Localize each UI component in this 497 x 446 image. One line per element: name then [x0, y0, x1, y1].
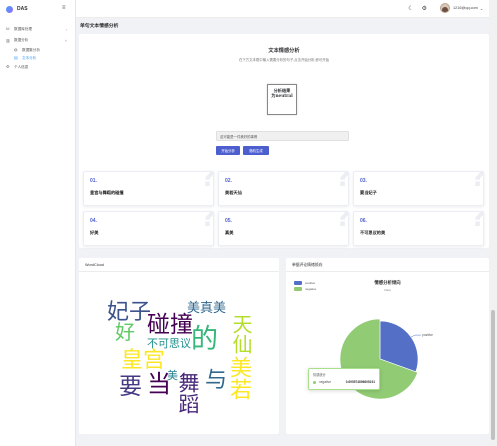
question-mark-icon: ? — [201, 212, 213, 233]
result-card[interactable]: ? 05. 真美 — [218, 211, 349, 246]
top-header: ≡ ☾ ⚙ 1216@qq.com ⌄ — [62, 0, 489, 18]
result-card-label: 要当妃子 — [360, 190, 377, 195]
result-card[interactable]: ? 01. 皇宫与舞蹈的碰撞 — [83, 171, 214, 206]
sidebar-item-text-analysis[interactable]: ▤ 文本分析 — [0, 54, 75, 62]
wordcloud-canvas: 妃子 美真美好碰撞 不可思议的天仙 美若 皇宫当美舞蹈与要 — [79, 272, 279, 434]
tooltip-row: negative 0.695574896605191 — [313, 380, 375, 384]
wordcloud-word: 要 — [119, 374, 142, 400]
result-card-number: 01. — [90, 178, 97, 184]
result-card[interactable]: ? 03. 要当妃子 — [353, 171, 484, 206]
question-mark-icon: ? — [471, 172, 483, 193]
question-mark-icon: ? — [336, 212, 348, 233]
result-line-2: 为neutral — [271, 93, 293, 98]
chart-icon: ▥ — [6, 37, 10, 43]
sidebar: DAS ⛁ 数据库处理 › ▥ 数据分析 ˄ ◍ 数据集分析 ▤ 文本分析 ⚙ … — [0, 0, 76, 446]
sentiment-pie-card: 单据评论情绪倾向 positive negative 情感分析倾向 Data p… — [286, 258, 489, 434]
sidebar-item-label: 文本分析 — [22, 55, 37, 60]
wordcloud-word: 舞蹈 — [176, 372, 200, 414]
avatar[interactable] — [440, 3, 451, 13]
result-card-label: 真美 — [225, 230, 234, 235]
theme-toggle-icon[interactable]: ☾ — [408, 5, 413, 12]
result-card-label: 美若天仙 — [225, 190, 242, 195]
sidebar-item-label: 数据库处理 — [14, 26, 32, 31]
user-menu[interactable]: 1216@qq.com ⌄ — [440, 3, 483, 13]
result-card[interactable]: ? 04. 好美 — [83, 211, 214, 246]
scrollbar-thumb[interactable] — [491, 310, 495, 440]
result-card-number: 05. — [225, 218, 232, 224]
dataset-icon: ◍ — [14, 47, 18, 52]
page-scrollbar[interactable] — [489, 0, 497, 446]
question-mark-icon: ? — [336, 172, 348, 193]
chevron-right-icon: › — [65, 26, 67, 32]
pie-slice-label: positive — [422, 333, 433, 337]
result-card[interactable]: ? 02. 美若天仙 — [218, 171, 349, 206]
pie-tooltip: 情感统计 negative 0.695574896605191 — [308, 368, 380, 390]
settings-icon[interactable]: ⚙ — [422, 5, 427, 12]
chevron-down-icon: ⌄ — [479, 6, 483, 11]
result-card-label: 不可思议的美 — [360, 230, 386, 235]
text-icon: ▤ — [14, 55, 18, 60]
analysis-title: 文本情感分析 — [268, 48, 300, 54]
database-icon: ⛁ — [6, 26, 10, 31]
result-card[interactable]: ? 06. 不可思议的美 — [353, 211, 484, 246]
sidebar-item-data-analysis[interactable]: ▥ 数据分析 ˄ — [0, 35, 75, 46]
result-card-number: 02. — [225, 178, 232, 184]
header-icons: ☾ ⚙ — [408, 5, 427, 12]
question-mark-icon: ? — [471, 212, 483, 233]
sidebar-item-label: 个人信息 — [14, 64, 29, 69]
result-card-number: 03. — [360, 178, 367, 184]
wordcloud-word: 皇宫 — [121, 348, 166, 373]
wordcloud-word: 与 — [205, 368, 228, 393]
page-title: 单句文本情感分析 — [80, 24, 119, 29]
sidebar-item-profile[interactable]: ⚙ 个人信息 — [0, 62, 75, 72]
tooltip-title: 情感统计 — [313, 373, 326, 377]
chevron-up-icon: ˄ — [64, 38, 67, 43]
analysis-card: 文本情感分析 在下方文本框中输入需要分析的句子,点击开始分析,即可开始 分析结果… — [79, 34, 489, 248]
wordcloud-word: 的 — [191, 324, 218, 355]
random-generate-button[interactable]: 随机生成 — [243, 146, 269, 155]
wordcloud-title: WordCloud — [79, 258, 279, 272]
wordcloud-card: WordCloud 妃子 美真美好碰撞 不可思议的天仙 美若 皇宫当美舞蹈与要 — [79, 258, 279, 434]
sidebar-item-database[interactable]: ⛁ 数据库处理 › — [0, 23, 75, 35]
result-card-number: 06. — [360, 218, 367, 224]
result-card-number: 04. — [90, 218, 97, 224]
result-card-label: 好美 — [90, 230, 99, 235]
menu-collapse-icon[interactable]: ≡ — [62, 5, 66, 11]
app-name: DAS — [17, 6, 28, 12]
result-box: 分析结果 为neutral — [267, 84, 297, 115]
sidebar-item-label: 数据集分析 — [22, 47, 40, 52]
result-card-label: 皇宫与舞蹈的碰撞 — [90, 190, 124, 195]
tooltip-dot — [313, 380, 316, 384]
user-email: 1216@qq.com — [453, 6, 478, 10]
pie-label-line — [410, 334, 422, 338]
sidebar-item-dataset-analysis[interactable]: ◍ 数据集分析 — [0, 46, 75, 54]
user-icon: ⚙ — [6, 64, 10, 69]
wordcloud-word: 美若 — [226, 356, 251, 400]
question-mark-icon: ? — [201, 172, 213, 193]
sidebar-item-label: 数据分析 — [14, 38, 29, 42]
wordcloud-word: 天仙 — [229, 314, 253, 354]
wordcloud-word: 好 — [115, 320, 135, 344]
pie-chart: positive — [339, 318, 433, 400]
tooltip-value: 0.695574896605191 — [345, 380, 375, 384]
logo-icon — [6, 5, 13, 13]
wordcloud-word: 碰撞 — [147, 312, 193, 338]
sentence-input[interactable]: 这可能是一件美好的事情 — [216, 131, 349, 141]
tooltip-label: negative — [319, 380, 332, 384]
start-analysis-button[interactable]: 开始分析 — [216, 146, 240, 155]
analysis-subtitle: 在下方文本框中输入需要分析的句子,点击开始分析,即可开始 — [238, 58, 330, 62]
